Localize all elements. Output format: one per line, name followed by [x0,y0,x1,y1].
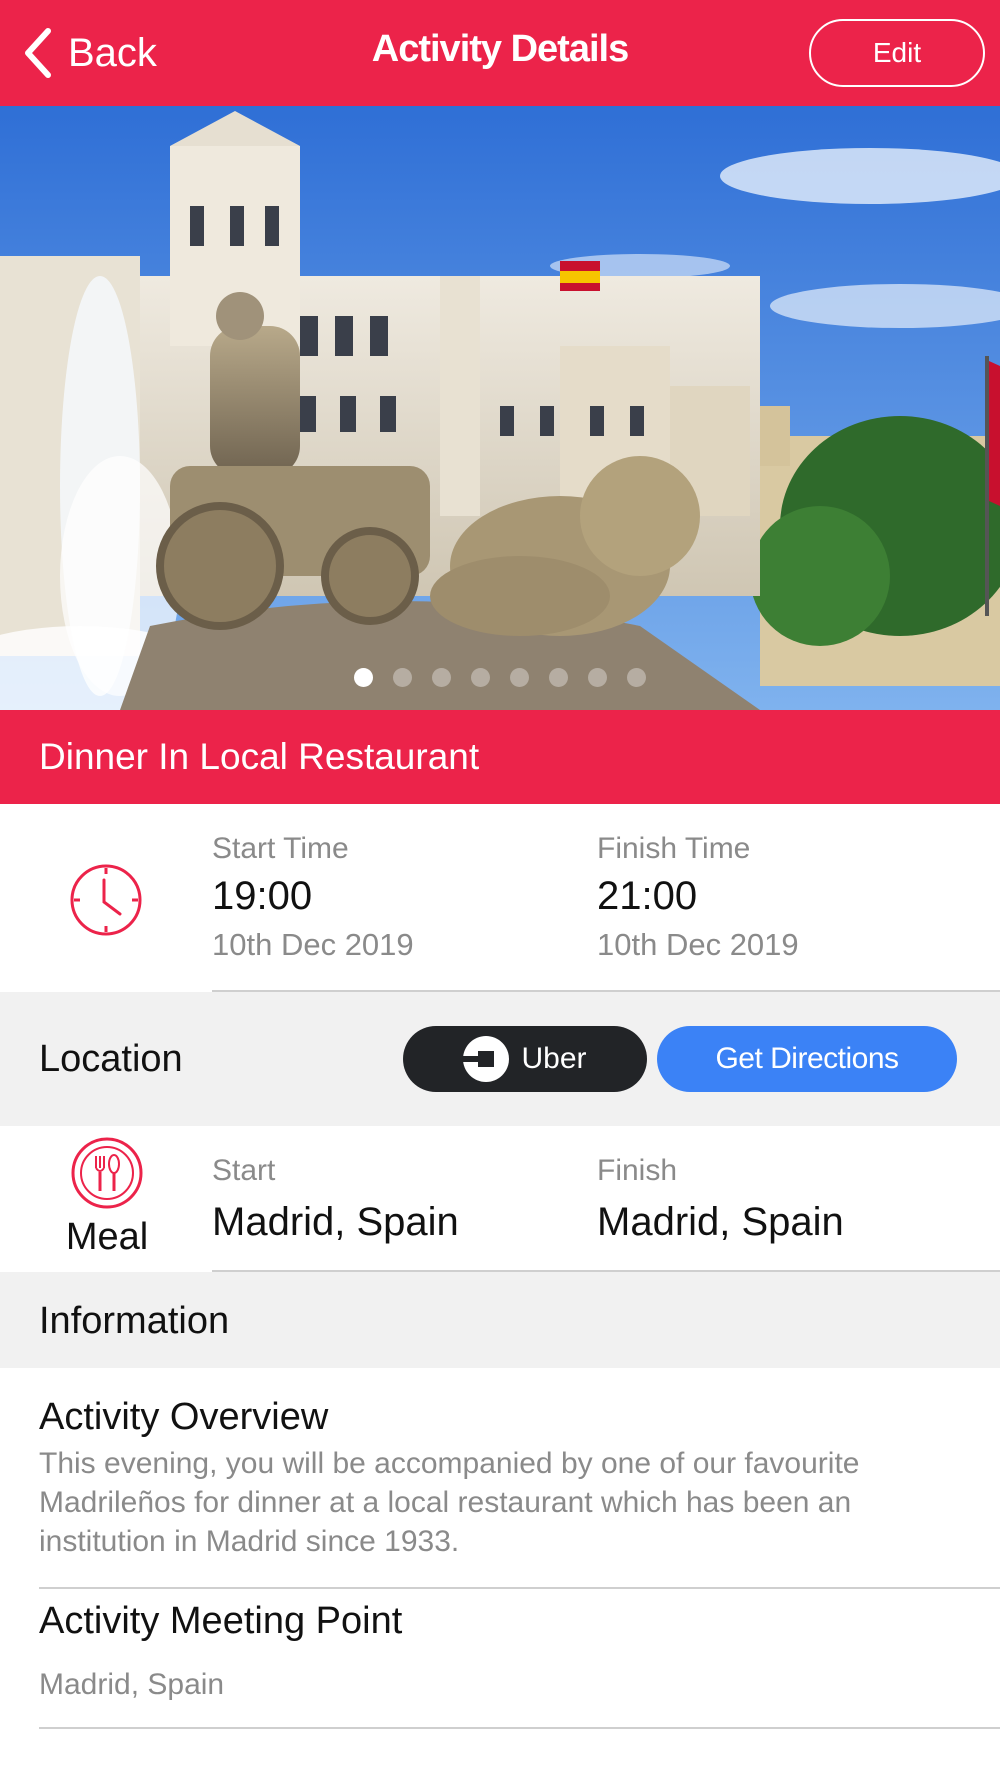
carousel-dot[interactable] [471,668,490,687]
start-location-block: Start Madrid, Spain [212,1154,459,1245]
carousel-dot[interactable] [393,668,412,687]
carousel-dot[interactable] [432,668,451,687]
meal-location-section: Meal Start Madrid, Spain Finish Madrid, … [0,1126,1000,1272]
start-time-label: Start Time [212,832,349,865]
chevron-left-icon [25,28,51,78]
finish-date-value: 10th Dec 2019 [597,927,799,962]
start-location-value: Madrid, Spain [212,1200,459,1244]
finish-time-block: Finish Time 21:00 10th Dec 2019 [597,832,799,963]
uber-button-label: Uber [521,1042,587,1075]
carousel-dot[interactable] [627,668,646,687]
time-section: Start Time 19:00 10th Dec 2019 Finish Ti… [0,804,1000,992]
start-time-value: 19:00 [212,874,313,918]
divider [39,1587,1000,1589]
fork-knife-icon [71,1137,143,1209]
meeting-point-title: Activity Meeting Point [39,1600,403,1642]
carousel-dot[interactable] [510,668,529,687]
activity-title: Dinner In Local Restaurant [39,736,480,777]
information-label: Information [39,1300,230,1342]
carousel-dot[interactable] [588,668,607,687]
activity-title-bar: Dinner In Local Restaurant [0,710,1000,804]
edit-button[interactable]: Edit [809,19,985,87]
start-date-value: 10th Dec 2019 [212,927,414,962]
activity-image-carousel[interactable] [0,106,1000,710]
carousel-dot[interactable] [549,668,568,687]
location-section-header: Location Uber Get Directions [0,992,1000,1126]
meeting-point-value: Madrid, Spain [39,1668,225,1701]
carousel-page-indicator [0,668,1000,687]
category-label: Meal [65,1216,149,1258]
get-directions-button[interactable]: Get Directions [657,1026,957,1092]
finish-location-label: Finish [597,1154,678,1187]
location-label: Location [39,1038,183,1080]
uber-button[interactable]: Uber [403,1026,647,1092]
back-button[interactable]: Back [22,26,157,80]
navigation-bar: Back Activity Details Edit [0,0,1000,106]
finish-location-block: Finish Madrid, Spain [597,1154,844,1245]
finish-location-value: Madrid, Spain [597,1200,844,1244]
finish-time-value: 21:00 [597,874,698,918]
divider [39,1727,1000,1729]
clock-icon [70,864,142,936]
finish-time-label: Finish Time [597,832,751,865]
uber-logo-icon [463,1036,510,1082]
information-section-header: Information [0,1272,1000,1368]
overview-text: This evening, you will be accompanied by… [39,1447,860,1558]
back-label: Back [68,30,157,75]
start-time-block: Start Time 19:00 10th Dec 2019 [212,832,414,963]
overview-title: Activity Overview [39,1396,329,1438]
start-location-label: Start [212,1154,276,1187]
carousel-dot[interactable] [354,668,373,687]
cibeles-fountain-photo [0,106,1000,710]
